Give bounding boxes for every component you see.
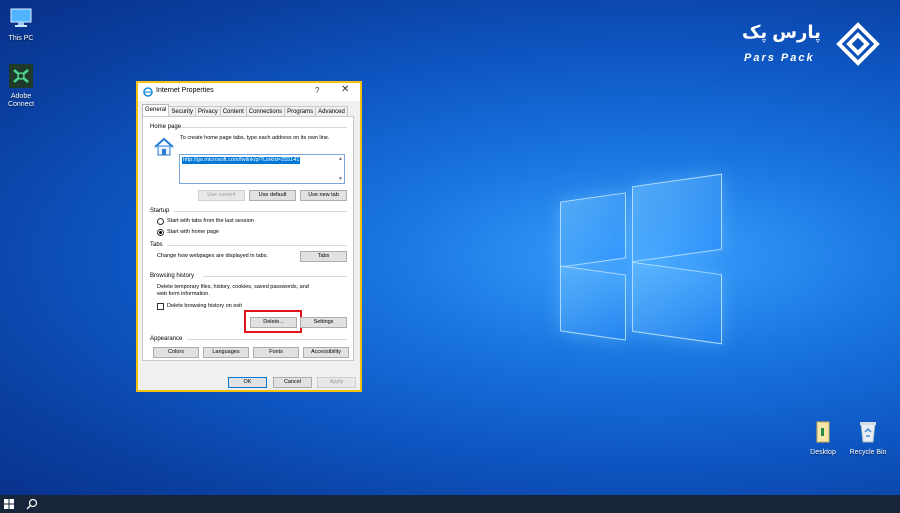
tab-content[interactable]: Content	[219, 106, 247, 116]
dialog-titlebar[interactable]: Internet Properties ? ✕	[138, 83, 360, 101]
desktop-icon-label: Desktop	[810, 449, 836, 456]
desktop-icon-label: Recycle Bin	[849, 449, 887, 456]
delete-history-on-exit-checkbox[interactable]	[157, 303, 164, 310]
colors-button[interactable]: Colors	[153, 347, 199, 358]
desktop-icon-this-pc[interactable]: This PC	[0, 6, 46, 43]
cancel-button[interactable]: Cancel	[273, 377, 312, 388]
windows-start-icon[interactable]	[4, 499, 14, 509]
group-divider	[167, 245, 347, 246]
accessibility-button[interactable]: Accessibility	[303, 347, 349, 358]
group-divider	[181, 127, 347, 128]
windows-logo-wallpaper	[556, 173, 724, 345]
tabs-description: Change how webpages are displayed in tab…	[157, 253, 268, 259]
internet-properties-dialog: Internet Properties ? ✕ General Security…	[136, 81, 362, 392]
group-divider	[174, 211, 347, 212]
pars-pack-mark-icon	[836, 22, 880, 66]
home-page-group-label: Home page	[150, 124, 182, 130]
appearance-group-label: Appearance	[150, 336, 183, 342]
startup-last-session-label[interactable]: Start with tabs from the last session	[167, 218, 254, 225]
home-page-url-textarea[interactable]: http://go.microsoft.com/fwlink/p/?LinkId…	[179, 154, 345, 184]
monitor-icon	[10, 8, 32, 27]
home-page-url-value: http://go.microsoft.com/fwlink/p/?LinkId…	[182, 157, 301, 164]
pars-pack-logo: پارس پک Pars Pack	[742, 22, 882, 72]
use-default-button[interactable]: Use default	[249, 190, 296, 201]
tabs-settings-button[interactable]: Tabs	[300, 251, 347, 262]
tab-security[interactable]: Security	[168, 106, 197, 116]
startup-home-page-radio[interactable]	[157, 229, 164, 236]
desktop-icon-recycle-bin[interactable]: Recycle Bin	[843, 420, 893, 457]
dialog-body: General Security Privacy Content Connect…	[138, 101, 360, 390]
tabs-group-label: Tabs	[150, 242, 163, 248]
fonts-button[interactable]: Fonts	[253, 347, 299, 358]
browsing-history-description-line-2: web form information.	[157, 291, 210, 297]
dialog-title: Internet Properties	[156, 87, 214, 94]
desktop-icon-label: Adobe Connect	[7, 93, 35, 108]
help-button[interactable]: ?	[315, 86, 319, 95]
ok-button[interactable]: OK	[228, 377, 267, 388]
group-divider	[203, 276, 347, 277]
tab-strip: General Security Privacy Content Connect…	[142, 104, 348, 116]
tab-general[interactable]: General	[142, 104, 170, 116]
group-divider	[187, 339, 347, 340]
startup-last-session-radio[interactable]	[157, 218, 164, 225]
browsing-history-description-line-1: Delete temporary files, history, cookies…	[157, 284, 309, 290]
startup-group-label: Startup	[150, 208, 170, 214]
search-icon[interactable]	[26, 498, 38, 510]
scroll-up-icon[interactable]: ▲	[338, 156, 343, 162]
close-button[interactable]: ✕	[341, 84, 349, 95]
tab-privacy[interactable]: Privacy	[195, 106, 221, 116]
use-current-button[interactable]: Use current	[198, 190, 245, 201]
desktop-icon-adobe-connect[interactable]: Adobe Connect	[0, 64, 46, 109]
desktop-icon-desktop[interactable]: Desktop	[798, 420, 848, 457]
general-tab-panel: Home page To create home page tabs, type…	[142, 116, 354, 361]
tab-programs[interactable]: Programs	[284, 106, 317, 116]
delete-history-on-exit-label[interactable]: Delete browsing history on exit	[167, 303, 242, 310]
scroll-down-icon[interactable]: ▼	[338, 176, 343, 182]
adobe-connect-icon	[9, 64, 33, 88]
brand-name-en: Pars Pack	[744, 52, 815, 64]
desktop-icon-label: This PC	[8, 35, 34, 42]
home-page-instructions: To create home page tabs, type each addr…	[180, 135, 330, 141]
recycle-bin-icon	[860, 422, 876, 443]
brand-name-fa: پارس پک	[742, 22, 821, 42]
history-settings-button[interactable]: Settings	[300, 317, 347, 328]
red-highlight-box	[244, 310, 302, 333]
apply-button[interactable]: Apply	[317, 377, 356, 388]
tab-advanced[interactable]: Advanced	[315, 106, 348, 116]
languages-button[interactable]: Languages	[203, 347, 249, 358]
folder-icon	[816, 421, 830, 443]
use-new-tab-button[interactable]: Use new tab	[300, 190, 347, 201]
tab-connections[interactable]: Connections	[245, 106, 286, 116]
taskbar	[0, 495, 900, 513]
browsing-history-group-label: Browsing history	[150, 273, 195, 279]
home-icon	[154, 137, 174, 156]
startup-home-page-label[interactable]: Start with home page	[167, 229, 219, 236]
internet-explorer-icon	[143, 87, 153, 97]
